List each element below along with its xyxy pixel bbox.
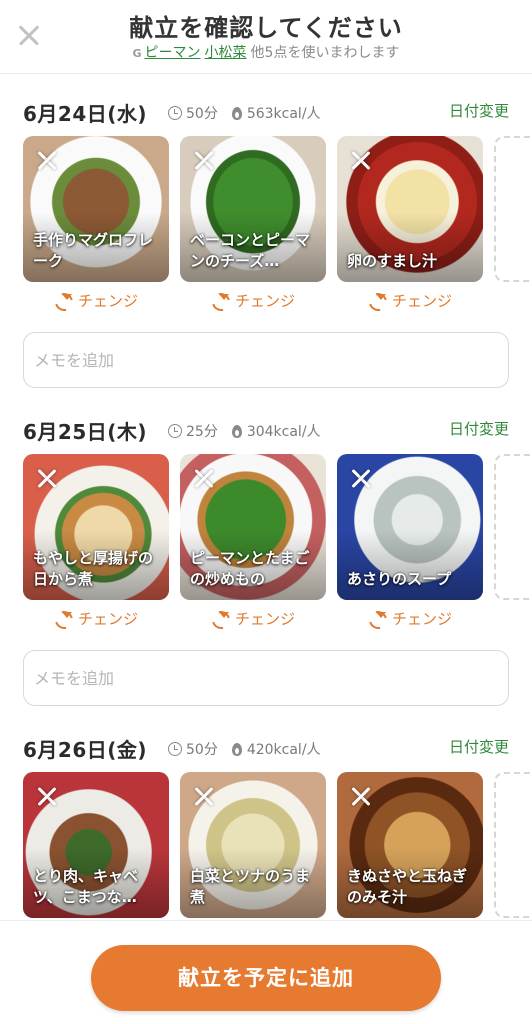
dish-card[interactable]: ピーマンとたまごの炒めもの	[180, 454, 326, 600]
day-meta: 50分 420kcal/人	[168, 739, 321, 759]
change-button[interactable]: チェンジ	[23, 290, 169, 311]
clock-icon	[168, 424, 182, 438]
dish-card[interactable]: とり肉、キャベツ、こまつな…	[23, 772, 169, 918]
change-button[interactable]: チェンジ	[23, 608, 169, 629]
day-date: 6月25日(木)	[23, 420, 148, 444]
ingredient-link-piman[interactable]: ピーマン	[145, 45, 201, 61]
subtitle: G ピーマン 小松菜 他5点を使いまわします	[0, 42, 532, 62]
change-label: チェンジ	[391, 292, 452, 310]
dish-card[interactable]: もやしと厚揚げの日から煮	[23, 454, 169, 600]
memo-input[interactable]	[34, 663, 494, 693]
change-button[interactable]: チェンジ	[337, 290, 483, 311]
dish-card[interactable]: きぬさやと玉ねぎのみそ汁	[337, 772, 483, 918]
remove-icon[interactable]	[349, 784, 373, 808]
clock-icon	[168, 106, 182, 120]
memo-field[interactable]	[23, 650, 509, 706]
flame-icon	[231, 106, 242, 120]
change-label: チェンジ	[234, 292, 295, 310]
change-label: チェンジ	[77, 292, 138, 310]
g-icon: G	[132, 47, 142, 60]
add-dish-placeholder[interactable]	[494, 772, 532, 918]
flame-icon	[231, 742, 242, 756]
remove-icon[interactable]	[35, 466, 59, 490]
remove-icon[interactable]	[35, 148, 59, 172]
dish-name: あさりのスープ	[347, 570, 452, 588]
dish-card[interactable]: 卵のすまし汁	[337, 136, 483, 282]
remove-icon[interactable]	[192, 784, 216, 808]
dish-name: もやしと厚揚げの日から煮	[33, 549, 154, 588]
add-dish-placeholder[interactable]	[494, 454, 532, 600]
date-change-button[interactable]: 日付変更	[449, 100, 509, 121]
day-section: 6月24日(水) 50分 563kcal/人 日付変更 手作りマグロフレーク ベ…	[0, 98, 532, 388]
dish-card[interactable]: あさりのスープ	[337, 454, 483, 600]
memo-field[interactable]	[23, 332, 509, 388]
memo-input[interactable]	[34, 345, 494, 375]
dish-name: ベーコンとピーマンのチーズ…	[190, 231, 311, 270]
dish-card[interactable]: 手作りマグロフレーク	[23, 136, 169, 282]
change-button[interactable]: チェンジ	[180, 608, 326, 629]
change-icon	[368, 292, 386, 308]
change-icon	[211, 292, 229, 308]
remove-icon[interactable]	[35, 784, 59, 808]
dish-card[interactable]: 白菜とツナのうま煮	[180, 772, 326, 918]
date-change-button[interactable]: 日付変更	[449, 736, 509, 757]
cook-time: 25分	[186, 424, 218, 440]
add-to-schedule-button[interactable]: 献立を予定に追加	[91, 945, 441, 1011]
dish-name: きぬさやと玉ねぎのみそ汁	[347, 867, 468, 906]
dish-name: 白菜とツナのうま煮	[190, 867, 311, 906]
remove-icon[interactable]	[349, 148, 373, 172]
change-button[interactable]: チェンジ	[180, 290, 326, 311]
change-label: チェンジ	[391, 610, 452, 628]
dish-name: ピーマンとたまごの炒めもの	[190, 549, 310, 588]
calories: 304kcal/人	[246, 424, 321, 440]
calories: 420kcal/人	[246, 742, 321, 758]
remove-icon[interactable]	[192, 148, 216, 172]
add-dish-placeholder[interactable]	[494, 136, 532, 282]
dish-card[interactable]: ベーコンとピーマンのチーズ…	[180, 136, 326, 282]
day-meta: 25分 304kcal/人	[168, 421, 321, 441]
change-icon	[54, 292, 72, 308]
date-change-button[interactable]: 日付変更	[449, 418, 509, 439]
day-section: 6月25日(木) 25分 304kcal/人 日付変更 もやしと厚揚げの日から煮…	[0, 416, 532, 706]
dish-name: 手作りマグロフレーク	[33, 231, 154, 270]
subtitle-rest: 他5点を使いまわします	[250, 45, 400, 61]
change-icon	[368, 610, 386, 626]
cook-time: 50分	[186, 106, 218, 122]
day-date: 6月26日(金)	[23, 738, 148, 762]
change-label: チェンジ	[234, 610, 295, 628]
day-section: 6月26日(金) 50分 420kcal/人 日付変更 とり肉、キャベツ、こまつ…	[0, 734, 532, 920]
dish-name: とり肉、キャベツ、こまつな…	[33, 867, 139, 906]
page-title: 献立を確認してください	[129, 14, 403, 42]
change-button[interactable]: チェンジ	[337, 608, 483, 629]
calories: 563kcal/人	[246, 106, 321, 122]
remove-icon[interactable]	[349, 466, 373, 490]
day-meta: 50分 563kcal/人	[168, 103, 321, 123]
change-label: チェンジ	[77, 610, 138, 628]
flame-icon	[231, 424, 242, 438]
footer: 献立を予定に追加	[0, 920, 532, 1024]
header: 献立を確認してください G ピーマン 小松菜 他5点を使いまわします	[0, 0, 532, 74]
day-date: 6月24日(水)	[23, 102, 148, 126]
dish-name: 卵のすまし汁	[347, 252, 438, 270]
ingredient-link-komatsuna[interactable]: 小松菜	[205, 45, 247, 61]
change-icon	[211, 610, 229, 626]
cook-time: 50分	[186, 742, 218, 758]
change-icon	[54, 610, 72, 626]
clock-icon	[168, 742, 182, 756]
remove-icon[interactable]	[192, 466, 216, 490]
